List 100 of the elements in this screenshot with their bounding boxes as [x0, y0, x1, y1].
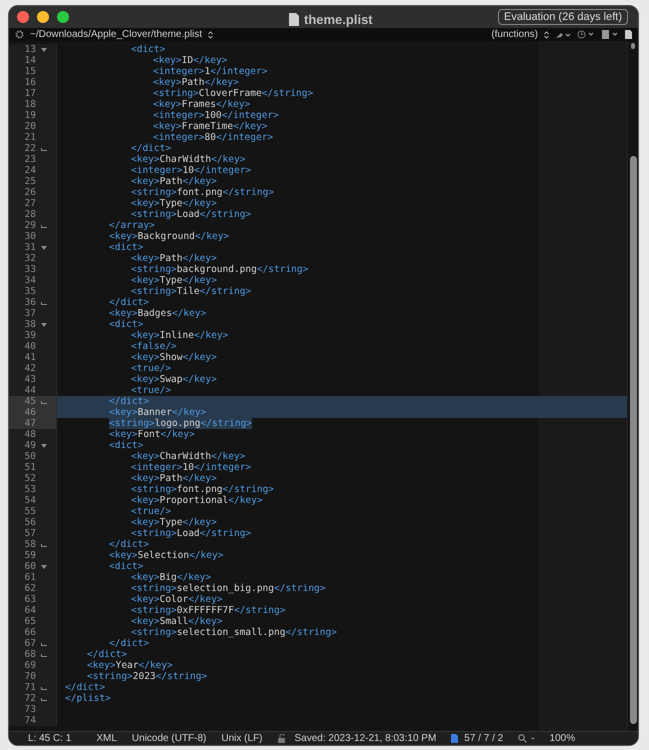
code-line: </array> — [109, 220, 155, 231]
code-line: <key>ID</key> — [153, 55, 228, 66]
search-status: - — [531, 732, 535, 745]
line-number: 36 — [24, 297, 36, 308]
line-number: 42 — [24, 363, 36, 374]
line-number: 70 — [24, 671, 36, 682]
line-number: 73 — [24, 704, 36, 715]
code-line: <string>0xFFFFFF7F</string> — [131, 605, 286, 616]
zoom-menu[interactable]: 100% — [550, 731, 576, 745]
code-line: <string>background.png</string> — [131, 264, 308, 275]
code-line: <key>CharWidth</key> — [131, 154, 246, 165]
code-line: <string>font.png</string> — [131, 187, 274, 198]
line-number: 16 — [24, 77, 36, 88]
line-number: 17 — [24, 88, 36, 99]
line-number: 61 — [24, 572, 36, 583]
code-line: <key>Show</key> — [131, 352, 217, 363]
scrollbar-thumb[interactable] — [630, 156, 636, 724]
line-number: 54 — [24, 495, 36, 506]
search-icon[interactable] — [518, 734, 528, 743]
fold-triangle-icon[interactable] — [41, 564, 47, 570]
code-line: <key>Inline</key> — [131, 330, 228, 341]
saved-status: Saved: 2023-12-21, 8:03:10 PM — [294, 732, 436, 745]
line-number: 35 — [24, 286, 36, 297]
line-number: 68 — [24, 649, 36, 660]
fold-end-icon[interactable] — [41, 146, 47, 152]
file-path-menu[interactable]: ~/Downloads/Apple_Clover/theme.plist — [30, 27, 202, 42]
settings-icon[interactable] — [15, 30, 24, 39]
clock-icon[interactable] — [577, 30, 595, 39]
close-button[interactable] — [17, 11, 29, 23]
line-number: 74 — [24, 715, 36, 726]
fold-triangle-icon[interactable] — [41, 46, 47, 52]
minimize-button[interactable] — [37, 11, 49, 23]
line-number: 43 — [24, 374, 36, 385]
syntax-menu[interactable]: XML — [96, 731, 117, 745]
fold-end-icon[interactable] — [41, 300, 47, 306]
encoding-menu[interactable]: Unicode (UTF-8) — [132, 731, 206, 745]
line-number: 18 — [24, 99, 36, 110]
code-line: <key>Background</key> — [109, 231, 230, 242]
code-line: <key>Swap</key> — [131, 374, 217, 385]
evaluation-badge[interactable]: Evaluation (26 days left) — [498, 9, 628, 25]
zoom-button[interactable] — [57, 11, 69, 23]
line-number: 31 — [24, 242, 36, 253]
code-line: <key>Type</key> — [131, 275, 217, 286]
code-line: <true/> — [131, 385, 172, 396]
code-line: <key>Path</key> — [153, 77, 239, 88]
code-line: <key>Big</key> — [131, 572, 212, 583]
code-line: <true/> — [131, 506, 172, 517]
line-number: 47 — [24, 418, 36, 429]
fold-triangle-icon[interactable] — [41, 244, 47, 250]
cursor-position: L: 45 C: 1 — [28, 732, 72, 745]
document-icon[interactable] — [625, 30, 632, 39]
line-number: 44 — [24, 385, 36, 396]
pin-icon[interactable] — [555, 30, 571, 38]
code-line: <key>Type</key> — [131, 198, 217, 209]
line-number: 40 — [24, 341, 36, 352]
line-number: 33 — [24, 264, 36, 275]
line-number: 63 — [24, 594, 36, 605]
line-number: 72 — [24, 693, 36, 704]
code-line: </dict> — [131, 143, 172, 154]
document-icon — [289, 13, 299, 26]
line-endings-menu[interactable]: Unix (LF) — [221, 731, 263, 745]
line-number: 56 — [24, 517, 36, 528]
documents-icon[interactable] — [601, 30, 619, 39]
lock-icon[interactable] — [278, 734, 286, 743]
code-line: <key>Banner</key> — [109, 407, 206, 418]
fold-triangle-icon[interactable] — [41, 322, 47, 328]
fold-end-icon[interactable] — [41, 222, 47, 228]
code-line: <key>Type</key> — [131, 517, 217, 528]
line-number: 41 — [24, 352, 36, 363]
line-number: 46 — [24, 407, 36, 418]
fold-triangle-icon[interactable] — [41, 442, 47, 448]
code-line: <key>Year</key> — [87, 660, 173, 671]
code-line: <key>Path</key> — [131, 473, 217, 484]
line-number: 34 — [24, 275, 36, 286]
line-number: 69 — [24, 660, 36, 671]
line-number: 49 — [24, 440, 36, 451]
code-line: <key>Proportional</key> — [131, 495, 263, 506]
code-line: <string>selection_small.png</string> — [131, 627, 337, 638]
document-counts: 57 / 7 / 2 — [464, 732, 504, 745]
code-line: <key>CharWidth</key> — [131, 451, 246, 462]
functions-menu[interactable]: (functions) — [491, 27, 538, 42]
code-line: <string>font.png</string> — [131, 484, 274, 495]
line-number: 25 — [24, 176, 36, 187]
code-line: </dict> — [109, 297, 150, 308]
line-number: 24 — [24, 165, 36, 176]
code-line: </dict> — [109, 396, 150, 407]
code-line: <string>Load</string> — [131, 528, 252, 539]
line-number: 26 — [24, 187, 36, 198]
line-number: 27 — [24, 198, 36, 209]
fold-end-icon[interactable] — [41, 542, 47, 548]
line-number: 37 — [24, 308, 36, 319]
code-line: </plist> — [65, 693, 111, 704]
line-number: 48 — [24, 429, 36, 440]
line-number: 13 — [24, 44, 36, 55]
line-number: 67 — [24, 638, 36, 649]
code-line: <key>Color</key> — [131, 594, 223, 605]
line-number: 45 — [24, 396, 36, 407]
line-number: 66 — [24, 627, 36, 638]
line-number: 71 — [24, 682, 36, 693]
fold-end-icon[interactable] — [41, 398, 47, 404]
